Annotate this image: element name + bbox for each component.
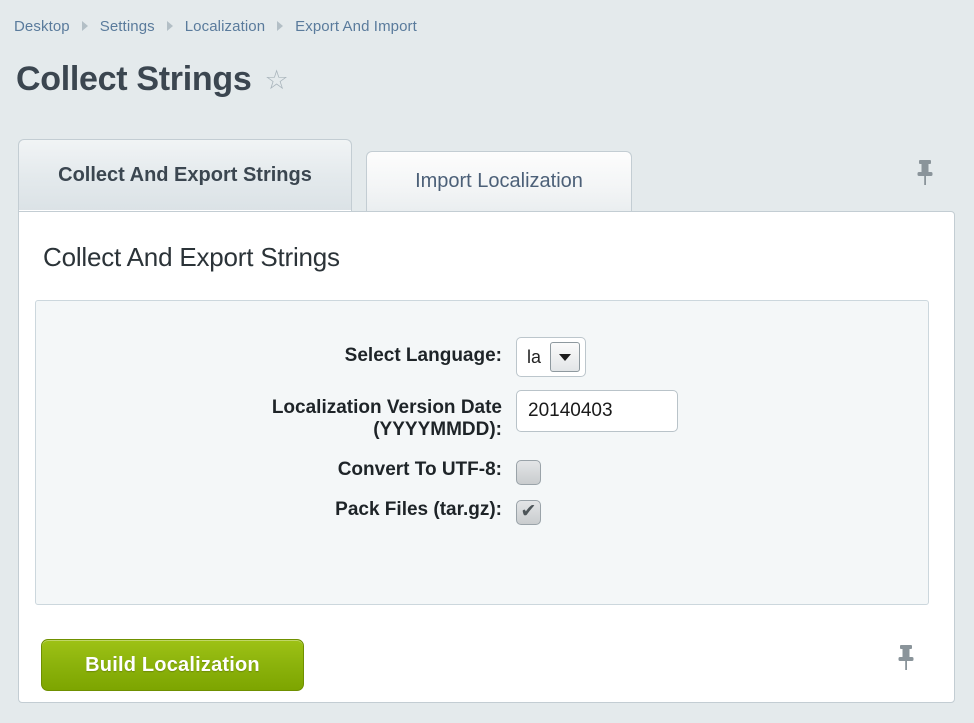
check-icon: ✔ xyxy=(520,501,537,523)
tab-collect-and-export-strings[interactable]: Collect And Export Strings xyxy=(18,139,352,211)
star-icon[interactable]: ☆ xyxy=(264,66,288,94)
version-date-label-line2: (YYYYMMDD): xyxy=(373,419,502,441)
pack-files-control: ✔ xyxy=(516,497,541,526)
section-title: Collect And Export Strings xyxy=(43,242,340,272)
version-date-control xyxy=(516,390,678,432)
page-title-row: Collect Strings ☆ xyxy=(16,62,289,96)
breadcrumb-item-settings[interactable]: Settings xyxy=(100,18,155,35)
tab-label: Import Localization xyxy=(415,170,583,192)
version-date-label-line1: Localization Version Date xyxy=(271,397,502,418)
pushpin-icon-top[interactable] xyxy=(915,157,935,187)
pack-files-checkbox[interactable]: ✔ xyxy=(516,500,541,526)
chevron-down-icon[interactable] xyxy=(550,342,581,372)
caret-right-icon xyxy=(265,21,295,31)
version-date-input[interactable] xyxy=(516,390,678,432)
content-panel: Collect And Export Strings Select Langua… xyxy=(18,211,955,703)
breadcrumb-item-localization[interactable]: Localization xyxy=(185,18,265,35)
form-row-convert-utf8: Convert To UTF-8: ✔ xyxy=(36,457,928,486)
select-language-label: Select Language: xyxy=(344,345,502,366)
language-select-value: la xyxy=(527,346,542,367)
tab-bar: Collect And Export Strings Import Locali… xyxy=(18,139,955,211)
caret-right-icon xyxy=(70,21,100,31)
breadcrumb-item-desktop[interactable]: Desktop xyxy=(14,18,70,35)
tab-label: Collect And Export Strings xyxy=(58,164,312,186)
form-row-pack-files: Pack Files (tar.gz): ✔ xyxy=(36,497,928,526)
caret-right-icon xyxy=(155,21,185,31)
version-date-label: Localization Version Date (YYYYMMDD): xyxy=(36,390,516,441)
convert-utf8-label: Convert To UTF-8: xyxy=(337,459,502,481)
form-row-select-language: Select Language: la xyxy=(36,337,928,377)
convert-utf8-control: ✔ xyxy=(516,457,541,486)
form-fieldset: Select Language: la Localization Version… xyxy=(35,300,929,605)
convert-utf8-checkbox[interactable]: ✔ xyxy=(516,460,541,486)
language-select[interactable]: la xyxy=(516,337,587,377)
breadcrumb-item-export-and-import[interactable]: Export And Import xyxy=(295,18,417,35)
form-row-version-date: Localization Version Date (YYYYMMDD): xyxy=(36,390,928,441)
form-rows: Select Language: la Localization Version… xyxy=(36,301,928,526)
select-language-control: la xyxy=(516,337,587,377)
tab-import-localization[interactable]: Import Localization xyxy=(366,151,632,211)
build-localization-button[interactable]: Build Localization xyxy=(41,639,304,691)
page-title: Collect Strings xyxy=(16,60,252,98)
pack-files-label: Pack Files (tar.gz): xyxy=(335,499,502,521)
breadcrumb: Desktop Settings Localization Export And… xyxy=(0,0,974,52)
pushpin-icon-bottom[interactable] xyxy=(896,642,916,672)
